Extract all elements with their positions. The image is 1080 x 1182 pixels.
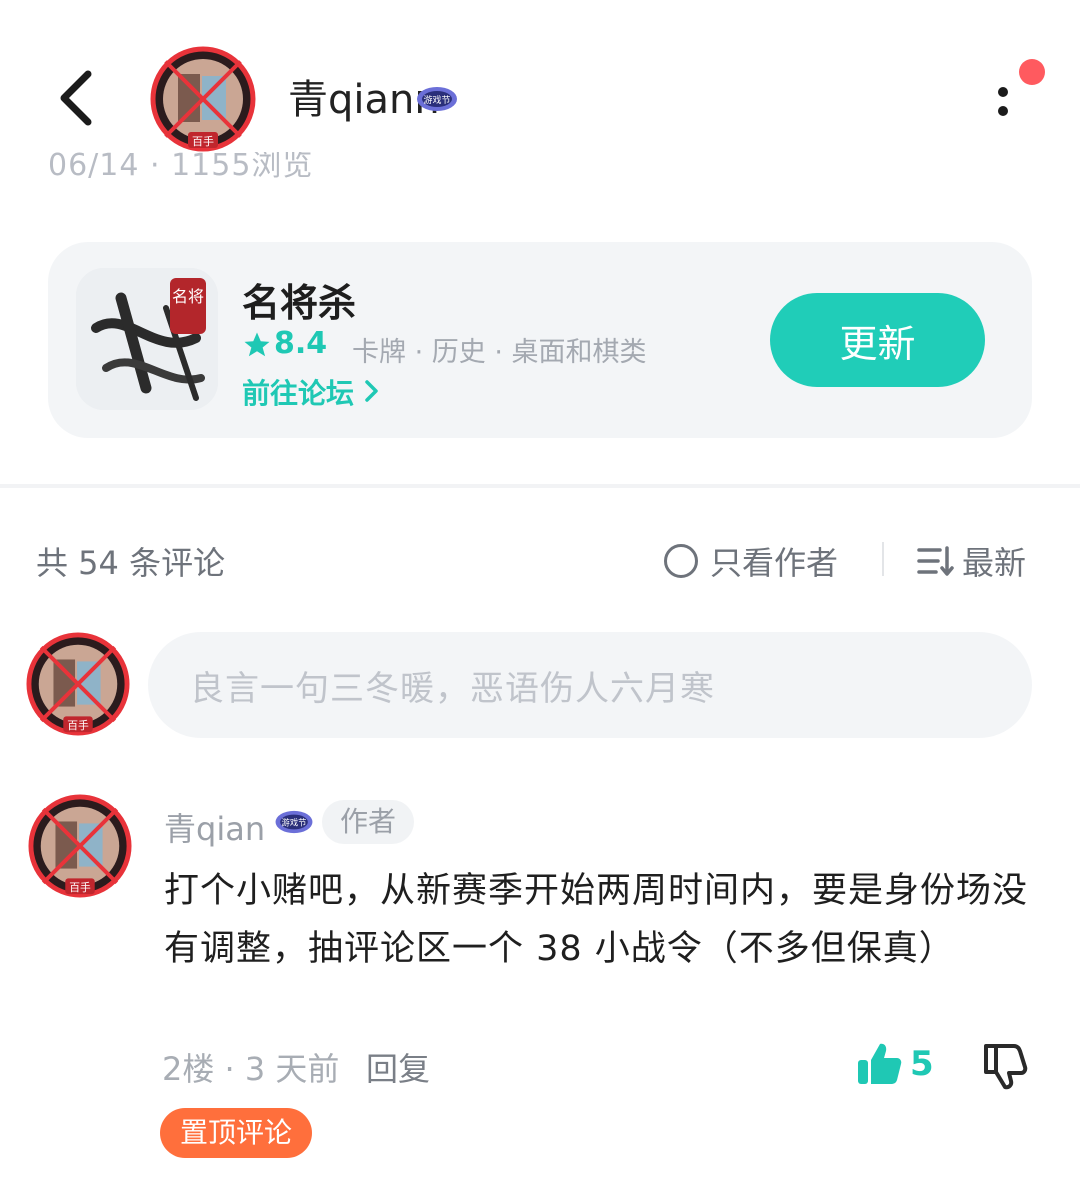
my-avatar[interactable]: 百手 xyxy=(26,632,130,736)
thumbs-up-icon[interactable] xyxy=(855,1040,903,1088)
author-only-toggle[interactable]: 只看作者 xyxy=(664,538,838,584)
comment-author[interactable]: 青qian xyxy=(164,804,265,850)
sort-icon xyxy=(917,546,954,576)
sort-label: 最新 xyxy=(962,544,1027,582)
comment-avatar[interactable]: 百手 xyxy=(28,794,132,898)
update-button[interactable]: 更新 xyxy=(770,293,985,387)
avatar-badge-text: 百手 xyxy=(192,134,214,148)
app-rating: 8.4 xyxy=(274,326,328,361)
chevron-right-icon xyxy=(364,377,380,410)
star-icon xyxy=(242,330,272,360)
reply-button[interactable]: 回复 xyxy=(366,1044,430,1090)
like-count: 5 xyxy=(910,1044,934,1084)
comment-input[interactable]: 良言一句三冬暖，恶语伤人六月寒 xyxy=(148,632,1032,738)
svg-text:百手: 百手 xyxy=(67,719,89,732)
app-name[interactable]: 名将杀 xyxy=(242,272,356,327)
radio-circle-icon xyxy=(664,544,698,578)
notification-dot xyxy=(1019,59,1045,85)
forum-link[interactable]: 前往论坛 xyxy=(242,372,380,412)
svg-text:百手: 百手 xyxy=(69,881,91,894)
back-arrow-icon[interactable] xyxy=(52,64,112,134)
author-tag: 作者 xyxy=(322,800,415,844)
section-divider xyxy=(0,484,1080,488)
comment-floor-time: 2楼 · 3 天前 xyxy=(162,1050,340,1088)
header-avatar[interactable]: 百手 xyxy=(150,46,256,152)
post-meta: 06/14 · 1155浏览 xyxy=(48,152,314,182)
pinned-comment-badge: 置顶评论 xyxy=(160,1108,313,1158)
app-icon[interactable]: 名将 xyxy=(76,268,218,410)
more-options-icon[interactable] xyxy=(990,84,1016,120)
event-badge-icon: 游戏节 xyxy=(416,86,458,112)
event-badge-icon: 游戏节 xyxy=(274,810,314,834)
app-icon-seal: 名将 xyxy=(172,287,204,306)
sort-toggle[interactable]: 最新 xyxy=(916,538,1026,584)
comment-count: 共 54 条评论 xyxy=(36,544,226,582)
thumbs-down-icon[interactable] xyxy=(978,1040,1030,1090)
svg-text:游戏节: 游戏节 xyxy=(282,818,307,828)
toolbar-separator xyxy=(882,542,884,576)
app-tags: 卡牌 · 历史 · 桌面和棋类 xyxy=(352,337,647,368)
svg-text:游戏节: 游戏节 xyxy=(423,94,450,106)
author-only-label: 只看作者 xyxy=(710,544,839,582)
forum-link-label: 前往论坛 xyxy=(242,377,355,410)
comment-body: 打个小赌吧，从新赛季开始两周时间内，要是身份场没有调整，抽评论区一个 38 小战… xyxy=(164,871,1029,969)
